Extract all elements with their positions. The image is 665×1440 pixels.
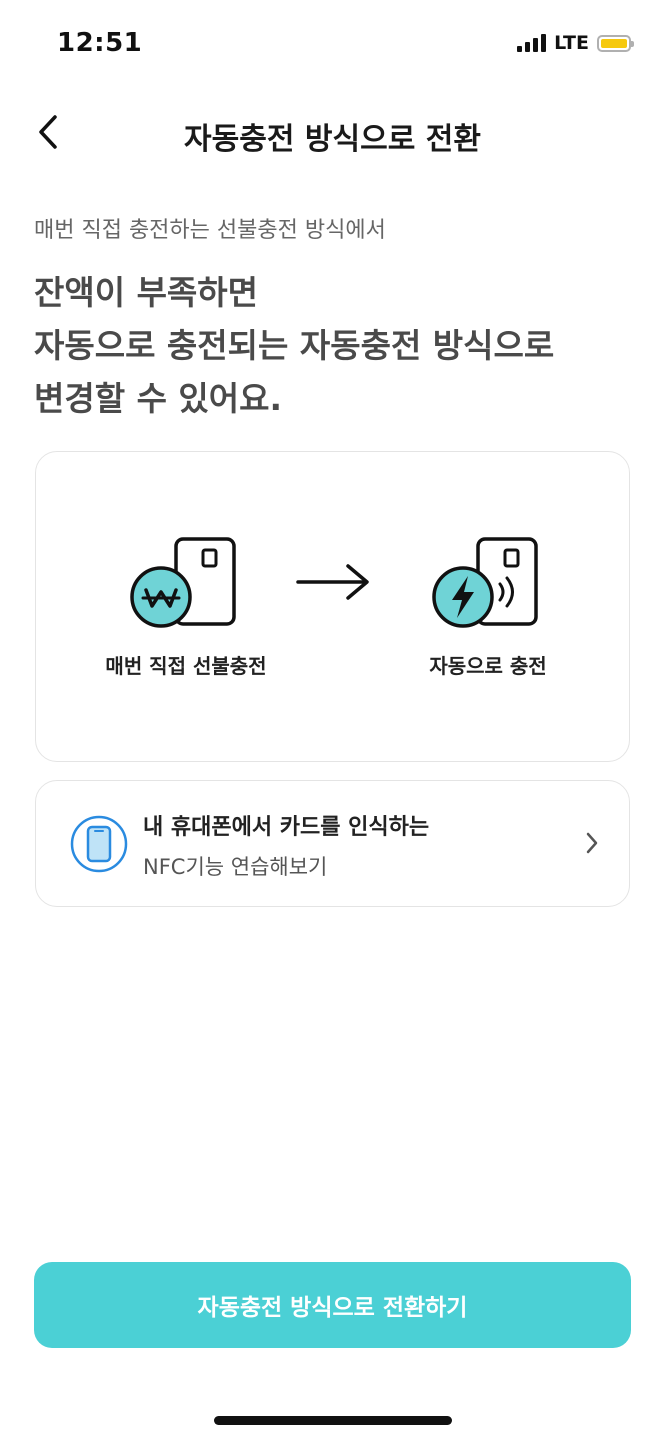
- headline-line: 변경할 수 있어요.: [34, 379, 283, 418]
- intro-subtitle: 매번 직접 충전하는 선불충전 방식에서: [34, 218, 386, 243]
- headline-line: 잔액이 부족하면: [34, 273, 259, 312]
- header: 자동충전 방식으로 전환: [0, 100, 665, 166]
- auto-charge-illustration: 자동으로 충전: [378, 532, 598, 679]
- prepaid-illustration: 매번 직접 선불충전: [76, 532, 296, 679]
- signal-icon: [517, 34, 547, 52]
- illustration-card: 매번 직접 선불충전 자동으로 충전: [35, 451, 630, 762]
- prepaid-label: 매번 직접 선불충전: [105, 654, 267, 678]
- status-time: 12:51: [57, 28, 143, 58]
- headline-line: 자동으로 충전되는 자동충전 방식으로: [34, 326, 555, 365]
- switch-to-auto-charge-button[interactable]: 자동충전 방식으로 전환하기: [34, 1262, 631, 1348]
- won-coin-card-icon: [130, 537, 236, 628]
- page-title: 자동충전 방식으로 전환: [184, 122, 481, 157]
- home-indicator: [214, 1416, 452, 1425]
- network-label: LTE: [554, 32, 589, 54]
- arrow-right-icon: [296, 564, 369, 600]
- auto-charge-label: 자동으로 충전: [429, 654, 547, 678]
- battery-icon: [597, 34, 634, 52]
- nfc-subtitle: NFC기능 연습해보기: [143, 855, 328, 879]
- chevron-right-icon: [586, 832, 598, 854]
- status-bar: 12:51 LTE: [0, 0, 665, 86]
- lightning-coin-card-icon: [432, 537, 538, 628]
- nfc-title: 내 휴대폰에서 카드를 인식하는: [143, 815, 430, 840]
- nfc-practice-card[interactable]: 내 휴대폰에서 카드를 인식하는 NFC기능 연습해보기: [35, 780, 630, 907]
- status-indicators: LTE: [517, 32, 634, 54]
- intro-headline: 잔액이 부족하면 자동으로 충전되는 자동충전 방식으로 변경할 수 있어요.: [34, 266, 634, 425]
- phone-icon: [70, 815, 128, 873]
